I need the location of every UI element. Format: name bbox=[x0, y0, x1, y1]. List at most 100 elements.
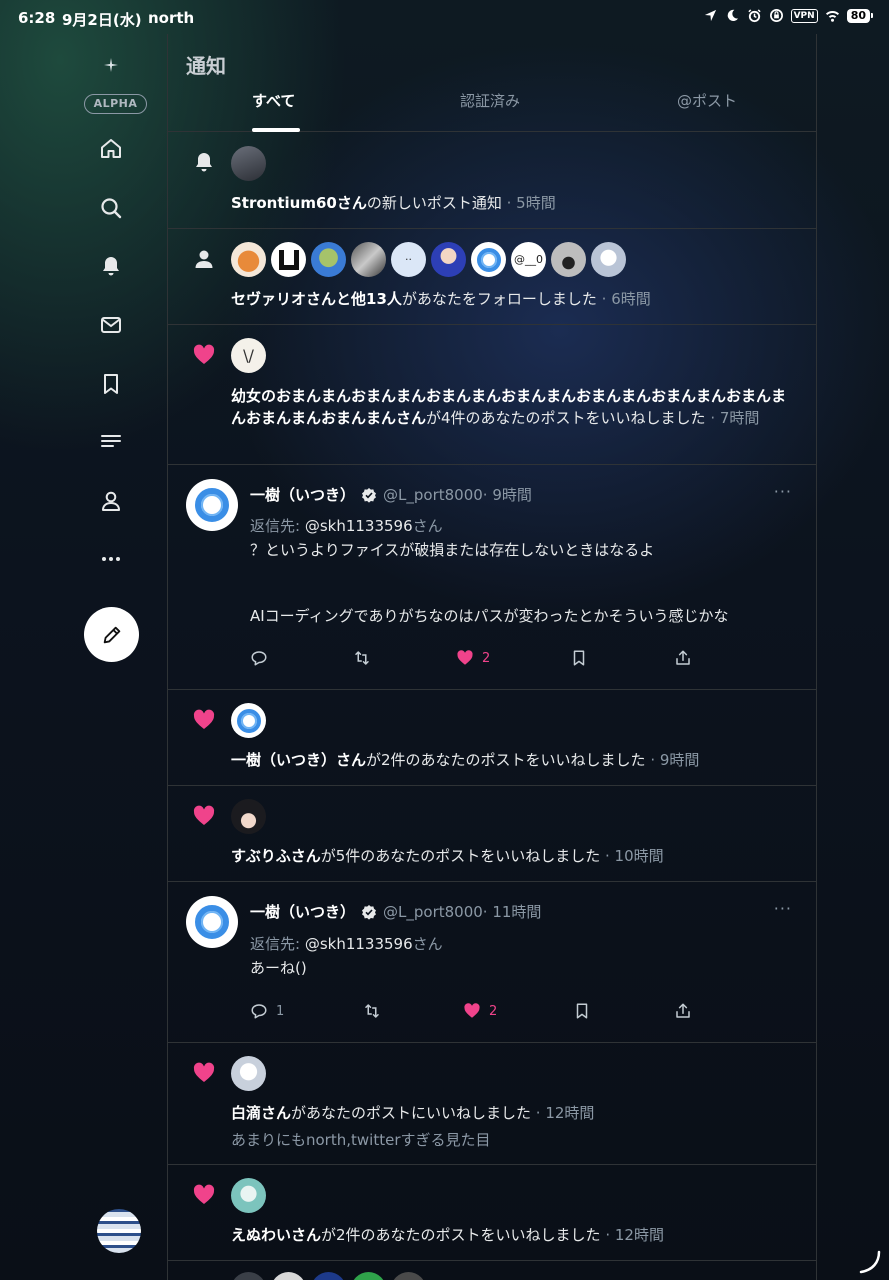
bookmark-icon bbox=[576, 1003, 588, 1019]
avatar[interactable] bbox=[231, 1056, 266, 1091]
heart-icon bbox=[193, 1062, 215, 1082]
alarm-icon bbox=[747, 9, 761, 23]
post-avatar[interactable] bbox=[186, 896, 238, 948]
notification-row[interactable]: Strontium60さんの新しいポスト通知 · 5時間 bbox=[168, 132, 816, 229]
tab-verified[interactable]: 認証済み bbox=[460, 90, 520, 111]
post-header: 一樹（いつき） @L_port8000 · 11時間 bbox=[250, 901, 541, 922]
reply-button[interactable]: 1 bbox=[250, 1002, 284, 1020]
pencil-icon bbox=[103, 626, 120, 643]
avatar-group: ·· @__0 bbox=[231, 242, 626, 277]
avatar[interactable] bbox=[271, 242, 306, 277]
notification-message: の新しいポスト通知 bbox=[366, 194, 502, 212]
avatar[interactable] bbox=[231, 703, 266, 738]
avatar[interactable] bbox=[391, 1272, 426, 1280]
like-count: 2 bbox=[489, 1003, 498, 1019]
tab-all[interactable]: すべて bbox=[252, 90, 295, 111]
tab-mentions[interactable]: @ポスト bbox=[677, 90, 737, 111]
notification-actor[interactable]: セヴァリオさんと他13人 bbox=[231, 290, 402, 308]
post-actions: 2 bbox=[250, 649, 690, 671]
vpn-badge: VPN bbox=[790, 8, 818, 23]
share-button[interactable] bbox=[674, 649, 692, 667]
avatar[interactable] bbox=[231, 799, 266, 834]
post-more-button[interactable]: ··· bbox=[774, 899, 792, 918]
notification-actor[interactable]: 一樹（いつき）さん bbox=[231, 751, 366, 769]
notification-row[interactable]: \/ 幼女のおまんまんおまんまんおまんまんおまんまんおまんまんおまんまんおまんま… bbox=[168, 325, 816, 465]
avatar[interactable] bbox=[271, 1272, 306, 1280]
reply-count: 1 bbox=[276, 1003, 285, 1019]
reply-to-handle[interactable]: @skh1133596 bbox=[305, 935, 413, 953]
reply-button[interactable] bbox=[250, 649, 276, 667]
avatar[interactable] bbox=[431, 242, 466, 277]
list-icon[interactable] bbox=[94, 425, 128, 459]
home-icon[interactable] bbox=[94, 132, 128, 166]
like-button[interactable]: 2 bbox=[456, 649, 490, 667]
avatar-group bbox=[231, 1056, 266, 1091]
notification-actor[interactable]: えぬわいさん bbox=[231, 1226, 321, 1244]
notification-row[interactable]: ·· @__0 セヴァリオさんと他13人があなたをフォローしました · 6時間 bbox=[168, 229, 816, 325]
avatar[interactable] bbox=[231, 1272, 266, 1280]
repost-button[interactable] bbox=[363, 1002, 381, 1020]
notification-row[interactable]: すぶりふさんが5件のあなたのポストをいいねしました · 10時間 bbox=[168, 786, 816, 882]
compose-button[interactable] bbox=[84, 607, 139, 662]
notification-message: があなたのポストにいいねしました bbox=[291, 1104, 532, 1122]
reply-suffix: さん bbox=[412, 935, 443, 953]
post-body-line: あーね() bbox=[250, 959, 307, 977]
profile-icon[interactable] bbox=[94, 484, 128, 518]
post[interactable]: 一樹（いつき） @L_port8000 · 9時間 ··· 返信先: @skh1… bbox=[168, 465, 816, 690]
notification-actor[interactable]: 白滴さん bbox=[231, 1104, 291, 1122]
avatar[interactable] bbox=[231, 242, 266, 277]
notification-row[interactable]: 白滴さんがあなたのポストにいいねしました · 12時間 あまりにもnorth,t… bbox=[168, 1043, 816, 1165]
like-button[interactable]: 2 bbox=[463, 1002, 497, 1020]
avatar[interactable]: @__0 bbox=[511, 242, 546, 277]
repost-icon bbox=[365, 1004, 379, 1018]
avatar[interactable] bbox=[351, 1272, 386, 1280]
share-button[interactable] bbox=[674, 1002, 692, 1020]
bell-icon[interactable] bbox=[94, 249, 128, 283]
notification-actor[interactable]: Strontium60さん bbox=[231, 194, 367, 212]
post-more-button[interactable]: ··· bbox=[774, 482, 792, 501]
bookmark-button[interactable] bbox=[570, 649, 588, 667]
post-author-name[interactable]: 一樹（いつき） bbox=[250, 484, 355, 505]
post-avatar[interactable] bbox=[186, 479, 238, 531]
mail-icon[interactable] bbox=[94, 308, 128, 342]
post-body-line: AIコーディングでありがちなのはパスが変わったとかそういう感じかな bbox=[250, 607, 729, 625]
post-time: · 9時間 bbox=[482, 486, 532, 504]
notification-actor[interactable]: すぶりふさん bbox=[231, 847, 321, 865]
post-time: · 11時間 bbox=[482, 903, 542, 921]
post[interactable]: 一樹（いつき） @L_port8000 · 11時間 ··· 返信先: @skh… bbox=[168, 882, 816, 1043]
avatar[interactable]: \/ bbox=[231, 338, 266, 373]
avatar[interactable] bbox=[551, 242, 586, 277]
more-icon[interactable] bbox=[94, 542, 128, 576]
avatar[interactable] bbox=[351, 242, 386, 277]
battery-tip bbox=[871, 13, 873, 18]
notification-time: · 5時間 bbox=[501, 194, 556, 212]
avatar[interactable] bbox=[311, 1272, 346, 1280]
post-handle[interactable]: @L_port8000 bbox=[383, 486, 483, 504]
bookmark-icon bbox=[573, 650, 585, 666]
notification-row[interactable]: 一樹（いつき）さんが2件のあなたのポストをいいねしました · 9時間 bbox=[168, 690, 816, 786]
heart-icon bbox=[193, 709, 215, 729]
avatar[interactable] bbox=[311, 242, 346, 277]
loading-spinner-icon bbox=[859, 1250, 881, 1274]
account-avatar[interactable] bbox=[97, 1209, 141, 1253]
reply-to-handle[interactable]: @skh1133596 bbox=[305, 517, 413, 535]
avatar[interactable] bbox=[231, 146, 266, 181]
bookmark-icon[interactable] bbox=[94, 367, 128, 401]
avatar-group bbox=[231, 1178, 266, 1213]
status-date: 9月2日(水) bbox=[62, 11, 142, 29]
post-header: 一樹（いつき） @L_port8000 · 9時間 bbox=[250, 484, 532, 505]
avatar-group bbox=[231, 703, 266, 738]
search-icon[interactable] bbox=[94, 191, 128, 225]
repost-button[interactable] bbox=[353, 649, 371, 667]
avatar[interactable] bbox=[231, 1178, 266, 1213]
status-app-name: north bbox=[148, 9, 195, 27]
avatar[interactable]: ·· bbox=[391, 242, 426, 277]
avatar[interactable] bbox=[471, 242, 506, 277]
notification-message: が4件のあなたのポストをいいねしました bbox=[426, 409, 706, 427]
post-author-name[interactable]: 一樹（いつき） bbox=[250, 901, 355, 922]
notification-row[interactable]: えぬわいさんが2件のあなたのポストをいいねしました · 12時間 bbox=[168, 1165, 816, 1261]
post-handle[interactable]: @L_port8000 bbox=[383, 903, 483, 921]
bookmark-button[interactable] bbox=[573, 1002, 591, 1020]
avatar[interactable] bbox=[591, 242, 626, 277]
sparkle-icon[interactable] bbox=[94, 48, 128, 82]
